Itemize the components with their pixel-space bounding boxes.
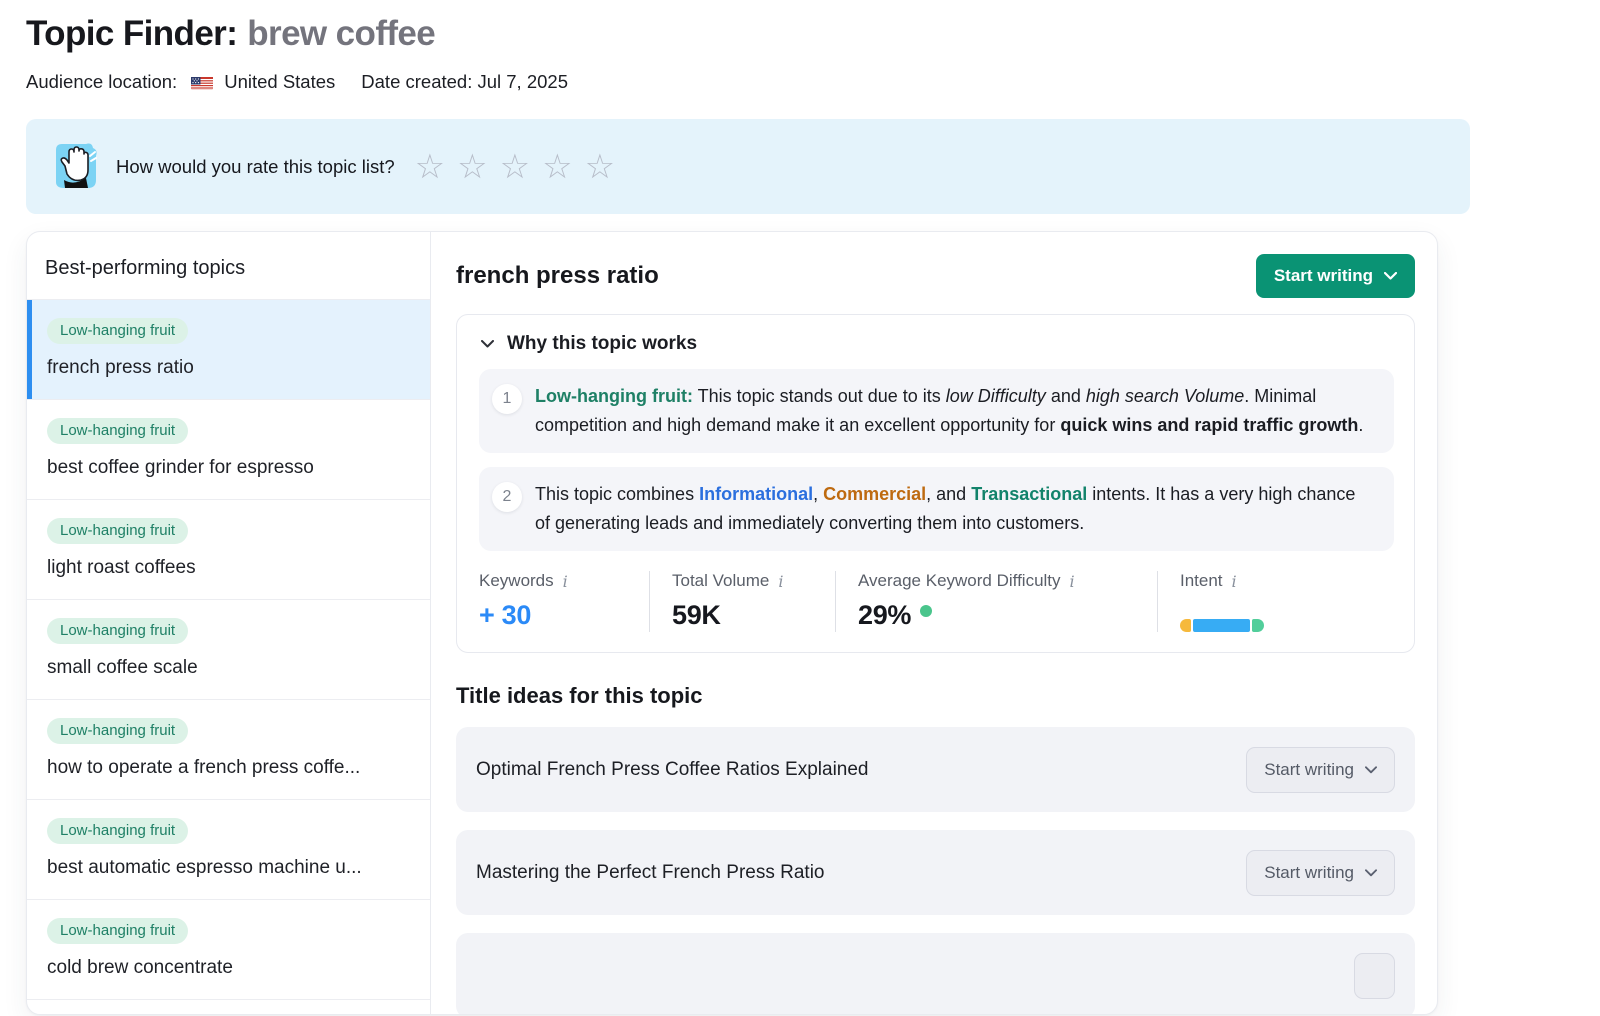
rating-banner: How would you rate this topic list? ☆☆☆☆…	[26, 119, 1470, 214]
star-icon[interactable]: ☆	[585, 150, 615, 184]
why-topic-works-toggle[interactable]: Why this topic works	[479, 333, 1394, 355]
difficulty-status-dot	[920, 605, 932, 617]
why-topic-works-card: Why this topic works 1 Low-hanging fruit…	[456, 314, 1415, 653]
title-ideas-heading: Title ideas for this topic	[456, 683, 1415, 709]
topic-item-label: cold brew concentrate	[47, 957, 410, 979]
topic-item-label: small coffee scale	[47, 657, 410, 679]
date-created: Date created: Jul 7, 2025	[361, 71, 568, 93]
sidebar-item-best-coffee-grinder[interactable]: Low-hanging fruit best coffee grinder fo…	[27, 400, 430, 500]
topic-detail-panel: french press ratio Start writing Why thi…	[431, 232, 1437, 1014]
low-hanging-fruit-badge: Low-hanging fruit	[47, 918, 188, 944]
intent-transactional-segment	[1252, 619, 1264, 632]
page-title: Topic Finder: brew coffee	[26, 14, 1600, 54]
start-writing-button[interactable]: Start writing	[1256, 254, 1415, 298]
info-icon[interactable]: i	[563, 572, 568, 591]
start-writing-idea-button[interactable]: Start writing	[1246, 850, 1395, 896]
sidebar-item-light-roast-coffees[interactable]: Low-hanging fruit light roast coffees	[27, 500, 430, 600]
avg-difficulty-value: 29%	[858, 600, 911, 631]
topic-title: french press ratio	[456, 262, 659, 290]
total-volume-value: 59K	[672, 600, 813, 631]
title-idea-card: Optimal French Press Coffee Ratios Expla…	[456, 727, 1415, 812]
low-hanging-fruit-badge: Low-hanging fruit	[47, 418, 188, 444]
sidebar-item-best-automatic-espresso-machine[interactable]: Low-hanging fruit best automatic espress…	[27, 800, 430, 900]
point-number: 1	[492, 384, 522, 414]
topic-item-label: best coffee grinder for espresso	[47, 457, 410, 479]
metric-keywords: Keywords i + 30	[479, 571, 649, 632]
info-icon[interactable]: i	[778, 572, 783, 591]
sidebar-header: Best-performing topics	[27, 232, 430, 300]
intent-bar	[1180, 619, 1264, 632]
chevron-down-icon	[1384, 272, 1397, 280]
title-idea-text: Mastering the Perfect French Press Ratio	[476, 862, 824, 884]
start-writing-label: Start writing	[1264, 863, 1354, 883]
star-icon[interactable]: ☆	[457, 150, 487, 184]
start-writing-idea-button[interactable]	[1354, 953, 1395, 999]
low-hanging-fruit-badge: Low-hanging fruit	[47, 718, 188, 744]
star-icon[interactable]: ☆	[415, 150, 445, 184]
page-title-prefix: Topic Finder:	[26, 14, 237, 53]
rating-question: How would you rate this topic list?	[116, 156, 395, 178]
why-topic-works-heading: Why this topic works	[507, 333, 697, 355]
title-idea-card-partial	[456, 933, 1415, 1015]
intent-informational-segment	[1193, 619, 1250, 632]
chevron-down-icon	[1365, 869, 1377, 877]
title-idea-card: Mastering the Perfect French Press Ratio…	[456, 830, 1415, 915]
chevron-down-icon	[1365, 766, 1377, 774]
metric-avg-keyword-difficulty: Average Keyword Difficulty i 29%	[835, 571, 1157, 632]
chevron-down-icon	[481, 340, 494, 348]
keywords-value: + 30	[479, 600, 627, 631]
star-icon[interactable]: ☆	[500, 150, 530, 184]
low-hanging-fruit-badge: Low-hanging fruit	[47, 318, 188, 344]
metrics-row: Keywords i + 30 Total Volume i 59K	[479, 571, 1394, 632]
metric-total-volume: Total Volume i 59K	[649, 571, 835, 632]
point-text: This topic combines Informational, Comme…	[535, 480, 1374, 538]
page-meta: Audience location: United States Date cr…	[26, 71, 1600, 93]
topic-item-label: light roast coffees	[47, 557, 410, 579]
info-icon[interactable]: i	[1232, 572, 1237, 591]
waving-hand-icon	[52, 140, 98, 194]
sidebar-item-cold-brew-concentrate[interactable]: Low-hanging fruit cold brew concentrate	[27, 900, 430, 1000]
results-container: Best-performing topics Low-hanging fruit…	[26, 231, 1438, 1015]
rating-stars[interactable]: ☆ ☆ ☆ ☆ ☆	[415, 150, 615, 184]
metric-intent: Intent i	[1157, 571, 1286, 632]
why-point-2: 2 This topic combines Informational, Com…	[479, 467, 1394, 551]
point-text: Low-hanging fruit: This topic stands out…	[535, 382, 1374, 440]
topic-item-label: how to operate a french press coffe...	[47, 757, 410, 779]
title-idea-text: Optimal French Press Coffee Ratios Expla…	[476, 759, 869, 781]
sidebar-item-how-to-operate-french-press[interactable]: Low-hanging fruit how to operate a frenc…	[27, 700, 430, 800]
avg-difficulty-label: Average Keyword Difficulty	[858, 571, 1061, 591]
star-icon[interactable]: ☆	[542, 150, 572, 184]
why-point-1: 1 Low-hanging fruit: This topic stands o…	[479, 369, 1394, 453]
intent-commercial-segment	[1180, 619, 1191, 632]
us-flag-icon	[191, 75, 213, 90]
topics-sidebar: Best-performing topics Low-hanging fruit…	[27, 232, 431, 1014]
topic-item-label: best automatic espresso machine u...	[47, 857, 410, 879]
audience-location-value: United States	[224, 71, 335, 93]
sidebar-item-french-press-ratio[interactable]: Low-hanging fruit french press ratio	[27, 300, 430, 400]
point-number: 2	[492, 482, 522, 512]
start-writing-label: Start writing	[1274, 266, 1373, 286]
sidebar-item-small-coffee-scale[interactable]: Low-hanging fruit small coffee scale	[27, 600, 430, 700]
low-hanging-fruit-badge: Low-hanging fruit	[47, 518, 188, 544]
low-hanging-fruit-badge: Low-hanging fruit	[47, 818, 188, 844]
audience-location-label: Audience location:	[26, 71, 177, 93]
low-hanging-fruit-badge: Low-hanging fruit	[47, 618, 188, 644]
start-writing-idea-button[interactable]: Start writing	[1246, 747, 1395, 793]
info-icon[interactable]: i	[1070, 572, 1075, 591]
topic-item-label: french press ratio	[47, 357, 410, 379]
keywords-label: Keywords	[479, 571, 554, 591]
topic-finder-page: Topic Finder: brew coffee Audience locati…	[0, 0, 1600, 1015]
total-volume-label: Total Volume	[672, 571, 769, 591]
start-writing-label	[1372, 966, 1377, 986]
page-title-query: brew coffee	[247, 14, 435, 53]
start-writing-label: Start writing	[1264, 760, 1354, 780]
intent-label: Intent	[1180, 571, 1223, 591]
